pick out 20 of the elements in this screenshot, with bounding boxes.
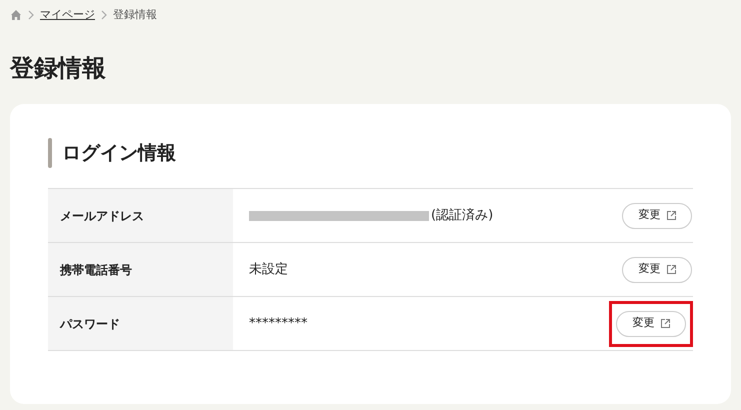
field-value: 未設定 <box>249 260 288 279</box>
external-link-icon <box>660 319 670 328</box>
section-heading: ログイン情報 <box>62 140 176 166</box>
external-link-icon <box>666 265 676 274</box>
chevron-icon <box>28 10 34 20</box>
heading-accent-bar <box>48 138 52 168</box>
field-label: 携帯電話番号 <box>60 262 132 278</box>
change-button[interactable]: 変更 <box>622 202 692 228</box>
breadcrumb-current: 登録情報 <box>113 6 157 23</box>
home-icon[interactable] <box>10 9 22 21</box>
field-label: メールアドレス <box>60 208 144 224</box>
external-link-icon <box>666 211 676 220</box>
page-title: 登録情報 <box>10 53 106 84</box>
chevron-icon <box>101 10 107 20</box>
field-value: ********* <box>249 314 308 333</box>
change-button[interactable]: 変更 <box>616 310 686 336</box>
field-label: パスワード <box>60 316 120 332</box>
breadcrumb-link[interactable]: マイページ <box>40 6 95 24</box>
change-button[interactable]: 変更 <box>622 256 692 282</box>
field-value: (認証済み) <box>431 206 494 225</box>
